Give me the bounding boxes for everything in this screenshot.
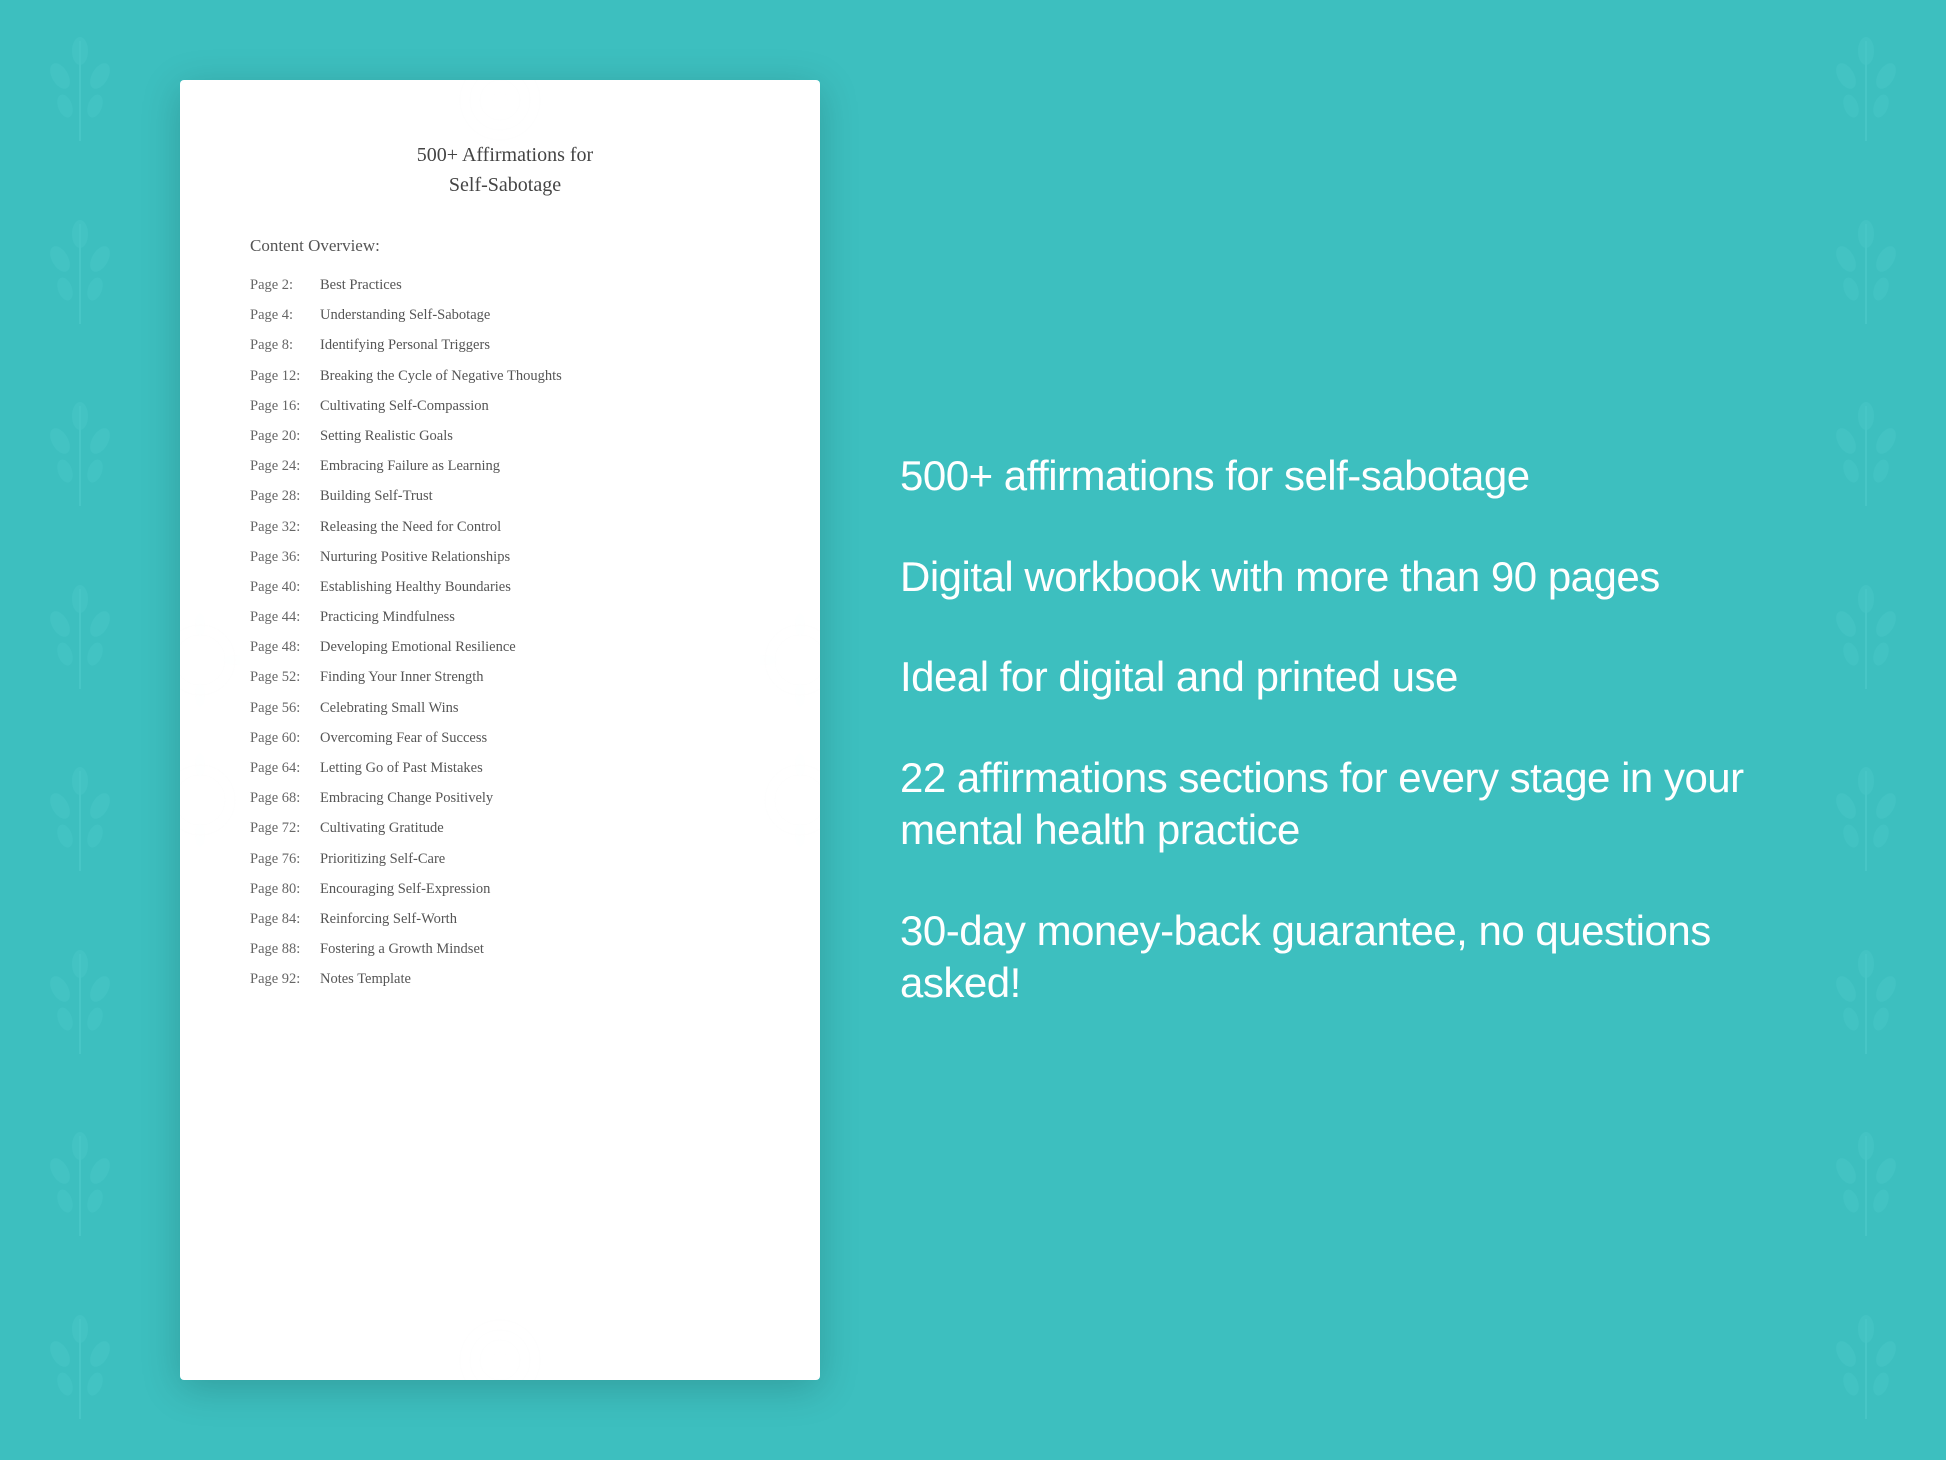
mandala-right-decoration — [760, 580, 820, 880]
features-panel: 500+ affirmations for self-sabotage Digit… — [900, 410, 1826, 1050]
toc-page-number: Page 60: — [250, 727, 320, 750]
toc-item: Page 16:Cultivating Self-Compassion — [250, 393, 760, 420]
toc-title: Setting Realistic Goals — [320, 428, 453, 444]
toc-title: Fostering a Growth Mindset — [320, 941, 484, 957]
toc-item: Page 60:Overcoming Fear of Success — [250, 725, 760, 752]
toc-item: Page 80:Encouraging Self-Expression — [250, 876, 760, 903]
toc-page-number: Page 84: — [250, 908, 320, 931]
toc-title: Encouraging Self-Expression — [320, 881, 490, 897]
toc-title: Embracing Failure as Learning — [320, 458, 500, 474]
toc-item: Page 84:Reinforcing Self-Worth — [250, 906, 760, 933]
toc-title: Celebrating Small Wins — [320, 700, 459, 716]
toc-page-number: Page 72: — [250, 817, 320, 840]
toc-title: Identifying Personal Triggers — [320, 337, 490, 353]
mandala-top-decoration — [400, 80, 600, 150]
toc-page-number: Page 4: — [250, 304, 320, 327]
toc-title: Building Self-Trust — [320, 488, 433, 504]
toc-page-number: Page 52: — [250, 666, 320, 689]
feature-item-5: 30-day money-back guarantee, no question… — [900, 905, 1826, 1010]
toc-page-number: Page 24: — [250, 455, 320, 478]
document-page: 500+ Affirmations for Self-Sabotage Cont… — [180, 80, 820, 1380]
toc-title: Finding Your Inner Strength — [320, 669, 484, 685]
mandala-left-decoration — [180, 580, 240, 880]
toc-item: Page 68:Embracing Change Positively — [250, 785, 760, 812]
toc-title: Nurturing Positive Relationships — [320, 549, 510, 565]
toc-item: Page 28:Building Self-Trust — [250, 483, 760, 510]
toc-page-number: Page 76: — [250, 848, 320, 871]
doc-title-line2: Self-Sabotage — [449, 174, 561, 196]
toc-title: Cultivating Self-Compassion — [320, 398, 489, 414]
toc-item: Page 36:Nurturing Positive Relationships — [250, 544, 760, 571]
toc-page-number: Page 64: — [250, 757, 320, 780]
toc-item: Page 32:Releasing the Need for Control — [250, 514, 760, 541]
toc-item: Page 4:Understanding Self-Sabotage — [250, 302, 760, 329]
feature-item-3: Ideal for digital and printed use — [900, 651, 1826, 704]
toc-page-number: Page 48: — [250, 636, 320, 659]
feature-item-4: 22 affirmations sections for every stage… — [900, 752, 1826, 857]
main-layout: 500+ Affirmations for Self-Sabotage Cont… — [0, 0, 1946, 1460]
toc-title: Reinforcing Self-Worth — [320, 911, 457, 927]
toc-item: Page 64:Letting Go of Past Mistakes — [250, 755, 760, 782]
toc-page-number: Page 16: — [250, 395, 320, 418]
mandala-bottom-decoration — [400, 1310, 600, 1380]
toc-page-number: Page 36: — [250, 546, 320, 569]
toc-title: Best Practices — [320, 277, 402, 293]
toc-item: Page 12:Breaking the Cycle of Negative T… — [250, 363, 760, 390]
toc-title: Letting Go of Past Mistakes — [320, 760, 483, 776]
toc-title: Releasing the Need for Control — [320, 519, 501, 535]
toc-item: Page 40:Establishing Healthy Boundaries — [250, 574, 760, 601]
toc-page-number: Page 12: — [250, 365, 320, 388]
toc-page-number: Page 92: — [250, 968, 320, 991]
toc-title: Establishing Healthy Boundaries — [320, 579, 511, 595]
toc-item: Page 76:Prioritizing Self-Care — [250, 846, 760, 873]
toc-title: Embracing Change Positively — [320, 790, 493, 806]
toc-item: Page 8:Identifying Personal Triggers — [250, 332, 760, 359]
toc-page-number: Page 80: — [250, 878, 320, 901]
toc-item: Page 24:Embracing Failure as Learning — [250, 453, 760, 480]
toc-page-number: Page 32: — [250, 516, 320, 539]
toc-item: Page 2:Best Practices — [250, 272, 760, 299]
toc-item: Page 88:Fostering a Growth Mindset — [250, 936, 760, 963]
toc-page-number: Page 40: — [250, 576, 320, 599]
toc-item: Page 56:Celebrating Small Wins — [250, 695, 760, 722]
toc-item: Page 52:Finding Your Inner Strength — [250, 664, 760, 691]
toc-page-number: Page 2: — [250, 274, 320, 297]
table-of-contents: Page 2:Best PracticesPage 4:Understandin… — [250, 272, 760, 994]
toc-page-number: Page 20: — [250, 425, 320, 448]
toc-page-number: Page 28: — [250, 485, 320, 508]
toc-item: Page 48:Developing Emotional Resilience — [250, 634, 760, 661]
feature-item-1: 500+ affirmations for self-sabotage — [900, 450, 1826, 503]
toc-item: Page 44:Practicing Mindfulness — [250, 604, 760, 631]
toc-page-number: Page 56: — [250, 697, 320, 720]
toc-title: Notes Template — [320, 971, 411, 987]
toc-page-number: Page 88: — [250, 938, 320, 961]
toc-title: Breaking the Cycle of Negative Thoughts — [320, 368, 562, 384]
toc-title: Understanding Self-Sabotage — [320, 307, 490, 323]
toc-page-number: Page 8: — [250, 334, 320, 357]
toc-title: Developing Emotional Resilience — [320, 639, 516, 655]
toc-title: Overcoming Fear of Success — [320, 730, 487, 746]
toc-page-number: Page 68: — [250, 787, 320, 810]
toc-title: Cultivating Gratitude — [320, 820, 444, 836]
toc-title: Prioritizing Self-Care — [320, 851, 445, 867]
toc-item: Page 92:Notes Template — [250, 966, 760, 993]
toc-item: Page 20:Setting Realistic Goals — [250, 423, 760, 450]
toc-page-number: Page 44: — [250, 606, 320, 629]
feature-item-2: Digital workbook with more than 90 pages — [900, 551, 1826, 604]
content-overview-label: Content Overview: — [250, 236, 760, 256]
toc-title: Practicing Mindfulness — [320, 609, 455, 625]
toc-item: Page 72:Cultivating Gratitude — [250, 815, 760, 842]
